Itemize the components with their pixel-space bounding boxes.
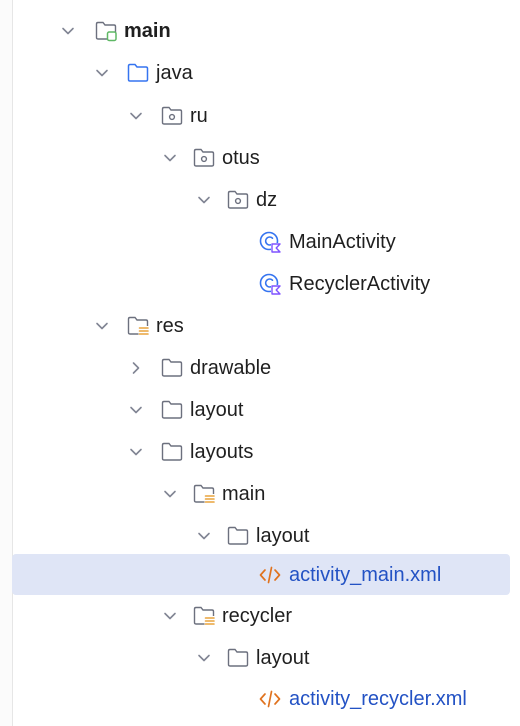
tree-node-layouts-recycler[interactable]: recycler — [0, 595, 520, 637]
tree-node-label: otus — [222, 147, 260, 169]
tree-node-label: res — [156, 315, 184, 337]
tree-node-label: layouts — [190, 441, 254, 463]
tree-node-main-module[interactable]: main — [0, 10, 520, 52]
folder-icon — [160, 440, 184, 464]
tree-node-label: layout — [256, 525, 310, 547]
tree-node-drawable[interactable]: drawable — [0, 347, 520, 389]
tree-node-otus[interactable]: otus — [0, 137, 520, 179]
tree-node-label: layout — [256, 647, 310, 669]
tree-node-activity-recycler-xml[interactable]: activity_recycler.xml — [0, 678, 520, 720]
folder-icon — [160, 398, 184, 422]
xml-file-icon — [258, 563, 282, 587]
tree-node-java[interactable]: java — [0, 52, 520, 94]
tree-node-label: drawable — [190, 357, 272, 379]
chevron-down-icon[interactable] — [126, 400, 146, 420]
tree-node-label: main — [124, 20, 171, 42]
package-icon — [226, 188, 250, 212]
tree-node-dz[interactable]: dz — [0, 179, 520, 221]
chevron-down-icon[interactable] — [126, 442, 146, 462]
chevron-down-icon[interactable] — [160, 484, 180, 504]
folder-icon — [226, 646, 250, 670]
resource-folder-icon — [192, 482, 216, 506]
chevron-down-icon[interactable] — [194, 648, 214, 668]
folder-icon — [160, 356, 184, 380]
chevron-down-icon[interactable] — [92, 63, 112, 83]
tree-node-recycler-layout[interactable]: layout — [0, 637, 520, 679]
tree-node-layouts[interactable]: layouts — [0, 431, 520, 473]
tree-node-recycler-activity[interactable]: RecyclerActivity — [0, 263, 520, 305]
chevron-down-icon[interactable] — [160, 148, 180, 168]
tree-node-activity-main-xml[interactable]: activity_main.xml — [0, 553, 520, 595]
chevron-right-icon[interactable] — [126, 358, 146, 378]
tree-node-label: ru — [190, 105, 208, 127]
tree-node-main-activity[interactable]: MainActivity — [0, 221, 520, 263]
tree-node-ru[interactable]: ru — [0, 95, 520, 137]
chevron-down-icon[interactable] — [194, 190, 214, 210]
resource-folder-icon — [192, 604, 216, 628]
tree-node-layout[interactable]: layout — [0, 389, 520, 431]
kotlin-class-icon — [258, 230, 282, 254]
tree-node-label: MainActivity — [289, 231, 396, 253]
chevron-down-icon[interactable] — [126, 106, 146, 126]
chevron-down-icon[interactable] — [160, 606, 180, 626]
chevron-down-icon[interactable] — [92, 316, 112, 336]
package-icon — [160, 104, 184, 128]
folder-icon — [226, 524, 250, 548]
tree-node-layouts-main[interactable]: main — [0, 473, 520, 515]
tree-node-label: dz — [256, 189, 278, 211]
project-tree: main java ru otus dz MainActivity Recycl… — [0, 0, 520, 726]
tree-node-main-layout[interactable]: layout — [0, 515, 520, 557]
package-icon — [192, 146, 216, 170]
tree-node-label: main — [222, 483, 266, 505]
tree-node-label: RecyclerActivity — [289, 273, 431, 295]
tree-node-label: activity_main.xml — [289, 564, 442, 586]
tree-node-label: recycler — [222, 605, 293, 627]
resource-folder-icon — [126, 314, 150, 338]
tree-node-label: activity_recycler.xml — [289, 688, 467, 710]
tree-node-label: layout — [190, 399, 244, 421]
chevron-down-icon[interactable] — [58, 21, 78, 41]
tree-node-res[interactable]: res — [0, 305, 520, 347]
module-folder-icon — [94, 19, 118, 43]
tree-node-label: java — [156, 62, 193, 84]
kotlin-class-icon — [258, 272, 282, 296]
chevron-down-icon[interactable] — [194, 526, 214, 546]
xml-file-icon — [258, 687, 282, 711]
source-folder-icon — [126, 61, 150, 85]
